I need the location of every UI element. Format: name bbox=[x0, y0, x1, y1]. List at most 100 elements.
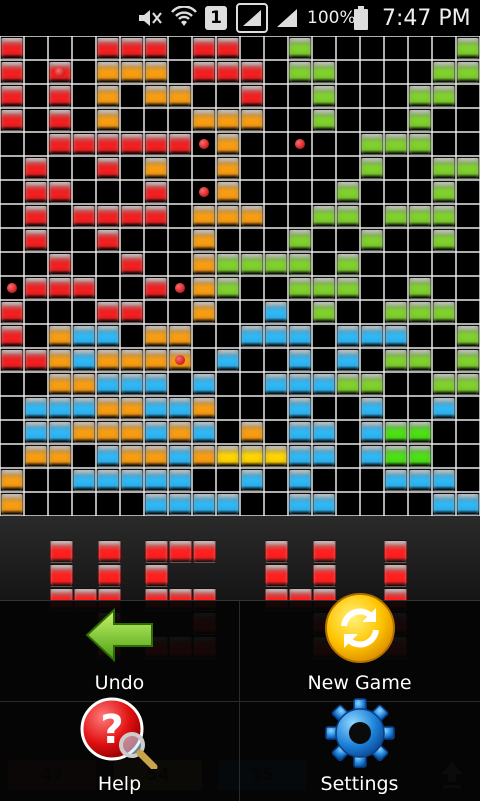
board-tile-blue[interactable] bbox=[385, 469, 407, 491]
board-tile-blue[interactable] bbox=[49, 397, 71, 419]
board-marker-dot[interactable] bbox=[199, 139, 209, 149]
board-tile-blue[interactable] bbox=[193, 373, 215, 395]
board-tile-green[interactable] bbox=[385, 133, 407, 155]
board-tile-orange[interactable] bbox=[241, 109, 263, 131]
board-tile-green[interactable] bbox=[409, 133, 431, 155]
board-tile-green[interactable] bbox=[337, 253, 359, 275]
board-tile-green[interactable] bbox=[433, 229, 455, 251]
board-tile-blue[interactable] bbox=[289, 325, 311, 347]
board-tile-orange[interactable] bbox=[145, 85, 167, 107]
board-tile-orange[interactable] bbox=[25, 445, 47, 467]
board-tile-red[interactable] bbox=[1, 109, 23, 131]
board-tile-green[interactable] bbox=[289, 253, 311, 275]
board-tile-blue[interactable] bbox=[433, 469, 455, 491]
board-tile-blue[interactable] bbox=[313, 445, 335, 467]
board-tile-red[interactable] bbox=[49, 133, 71, 155]
board-tile-red[interactable] bbox=[25, 229, 47, 251]
board-tile-blue[interactable] bbox=[289, 349, 311, 371]
board-tile-orange[interactable] bbox=[49, 349, 71, 371]
board-tile-orange[interactable] bbox=[217, 181, 239, 203]
board-tile-orange[interactable] bbox=[217, 133, 239, 155]
board-tile-orange[interactable] bbox=[193, 229, 215, 251]
board-tile-blue[interactable] bbox=[385, 325, 407, 347]
board-tile-green[interactable] bbox=[313, 61, 335, 83]
board-tile-green[interactable] bbox=[361, 133, 383, 155]
board-tile-green[interactable] bbox=[457, 61, 479, 83]
board-tile-red[interactable] bbox=[121, 253, 143, 275]
board-tile-blue[interactable] bbox=[97, 325, 119, 347]
board-tile-orange[interactable] bbox=[73, 373, 95, 395]
board-marker-dot[interactable] bbox=[7, 283, 17, 293]
board-tile-orange[interactable] bbox=[169, 85, 191, 107]
board-tile-red[interactable] bbox=[97, 133, 119, 155]
board-tile-orange[interactable] bbox=[121, 61, 143, 83]
board-tile-blue[interactable] bbox=[25, 421, 47, 443]
board-tile-orange[interactable] bbox=[49, 373, 71, 395]
board-tile-red[interactable] bbox=[49, 277, 71, 299]
board-tile-green[interactable] bbox=[457, 325, 479, 347]
board-tile-orange[interactable] bbox=[193, 397, 215, 419]
board-tile-red[interactable] bbox=[169, 133, 191, 155]
board-tile-blue[interactable] bbox=[289, 469, 311, 491]
board-tile-green[interactable] bbox=[361, 229, 383, 251]
board-tile-bright-green[interactable] bbox=[385, 421, 407, 443]
board-tile-blue[interactable] bbox=[457, 493, 479, 515]
board-tile-blue[interactable] bbox=[265, 373, 287, 395]
board-tile-orange[interactable] bbox=[193, 253, 215, 275]
board-tile-blue[interactable] bbox=[361, 421, 383, 443]
board-tile-green[interactable] bbox=[433, 85, 455, 107]
board-tile-green[interactable] bbox=[265, 253, 287, 275]
board-tile-bright-green[interactable] bbox=[385, 445, 407, 467]
board-tile-green[interactable] bbox=[313, 301, 335, 323]
board-tile-red[interactable] bbox=[1, 61, 23, 83]
board-tile-green[interactable] bbox=[457, 37, 479, 59]
board-tile-green[interactable] bbox=[457, 157, 479, 179]
board-tile-blue[interactable] bbox=[121, 373, 143, 395]
board-tile-blue[interactable] bbox=[73, 469, 95, 491]
board-tile-blue[interactable] bbox=[97, 469, 119, 491]
board-tile-blue[interactable] bbox=[265, 325, 287, 347]
board-tile-orange[interactable] bbox=[97, 109, 119, 131]
board-tile-blue[interactable] bbox=[169, 445, 191, 467]
board-tile-red[interactable] bbox=[193, 61, 215, 83]
board-tile-orange[interactable] bbox=[193, 109, 215, 131]
board-tile-blue[interactable] bbox=[241, 325, 263, 347]
board-tile-blue[interactable] bbox=[49, 421, 71, 443]
settings-menu-item[interactable]: Settings bbox=[240, 698, 479, 801]
board-tile-green[interactable] bbox=[433, 181, 455, 203]
board-tile-red[interactable] bbox=[73, 133, 95, 155]
board-tile-red[interactable] bbox=[121, 133, 143, 155]
board-tile-orange[interactable] bbox=[145, 325, 167, 347]
board-tile-blue[interactable] bbox=[169, 493, 191, 515]
board-tile-red[interactable] bbox=[1, 301, 23, 323]
board-tile-blue[interactable] bbox=[217, 493, 239, 515]
board-tile-red[interactable] bbox=[97, 37, 119, 59]
board-tile-red[interactable] bbox=[25, 205, 47, 227]
board-marker-dot[interactable] bbox=[199, 187, 209, 197]
board-tile-blue[interactable] bbox=[337, 325, 359, 347]
board-tile-blue[interactable] bbox=[145, 373, 167, 395]
board-tile-blue[interactable] bbox=[97, 445, 119, 467]
board-tile-blue[interactable] bbox=[121, 469, 143, 491]
board-tile-orange[interactable] bbox=[97, 349, 119, 371]
board-tile-green[interactable] bbox=[241, 253, 263, 275]
board-tile-red[interactable] bbox=[145, 133, 167, 155]
board-tile-orange[interactable] bbox=[97, 85, 119, 107]
board-tile-bright-green[interactable] bbox=[409, 445, 431, 467]
board-tile-green[interactable] bbox=[457, 373, 479, 395]
board-tile-orange[interactable] bbox=[169, 421, 191, 443]
board-tile-orange[interactable] bbox=[97, 421, 119, 443]
board-tile-red[interactable] bbox=[217, 61, 239, 83]
board-tile-orange[interactable] bbox=[49, 445, 71, 467]
board-tile-green[interactable] bbox=[289, 277, 311, 299]
board-tile-orange[interactable] bbox=[1, 493, 23, 515]
game-board[interactable] bbox=[0, 36, 480, 516]
board-tile-blue[interactable] bbox=[217, 349, 239, 371]
board-tile-red[interactable] bbox=[1, 37, 23, 59]
board-tile-blue[interactable] bbox=[433, 493, 455, 515]
board-tile-orange[interactable] bbox=[217, 109, 239, 131]
board-marker-dot[interactable] bbox=[175, 283, 185, 293]
board-tile-green[interactable] bbox=[433, 61, 455, 83]
board-tile-blue[interactable] bbox=[145, 397, 167, 419]
board-tile-red[interactable] bbox=[49, 181, 71, 203]
